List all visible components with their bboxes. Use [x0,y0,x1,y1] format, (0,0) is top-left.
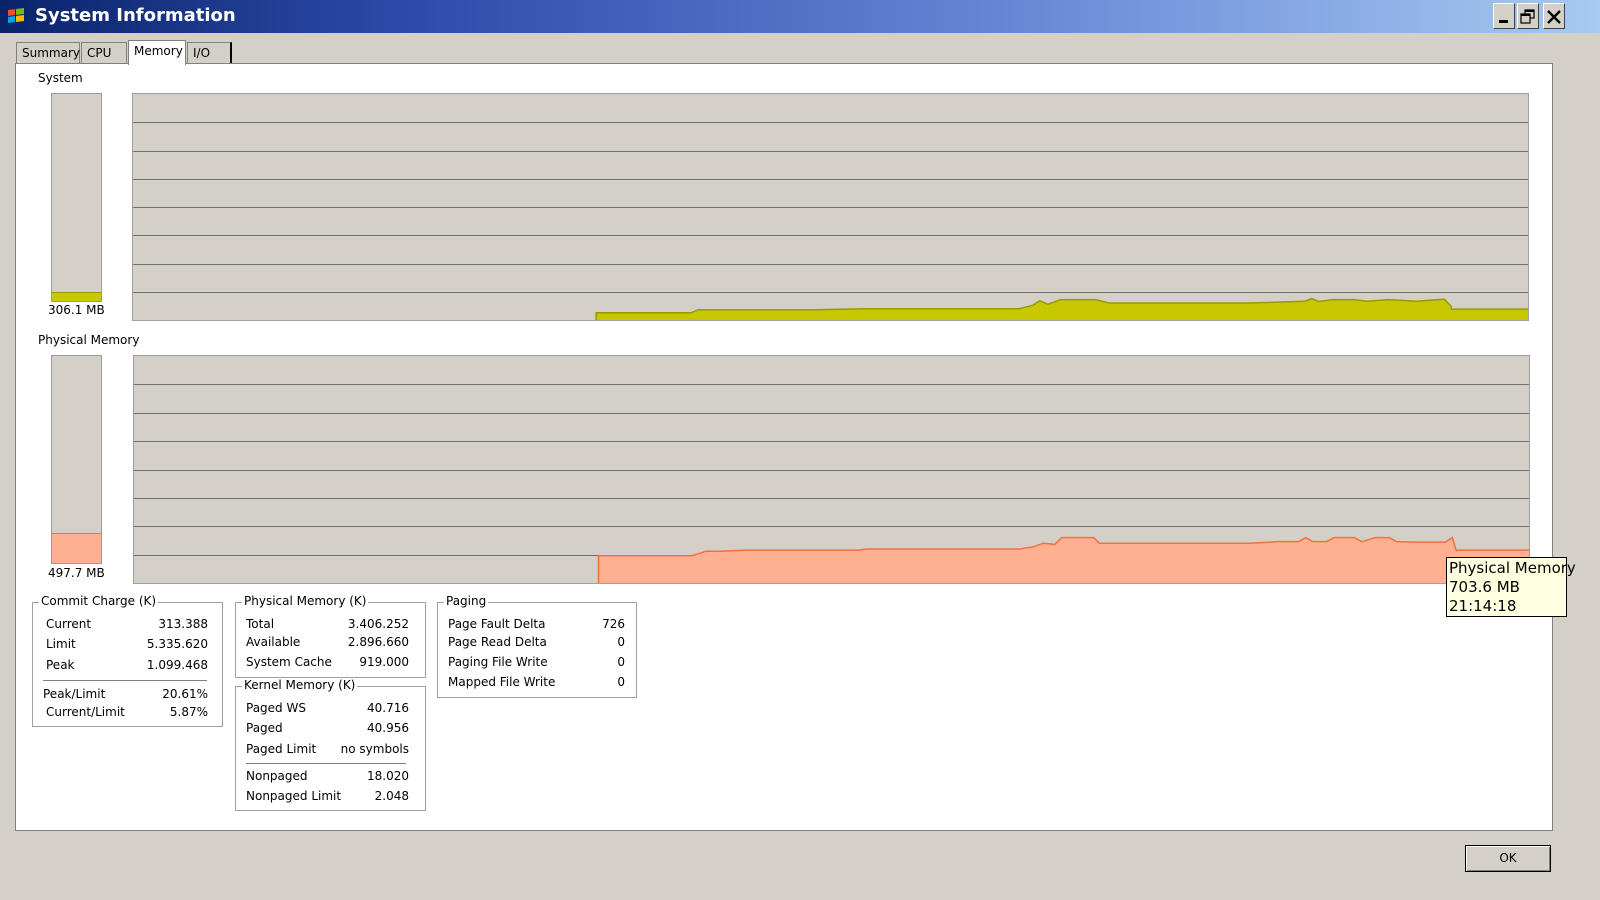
paging-row-page-fault-delta: Page Fault Delta 726 [448,617,625,631]
commit-divider [43,680,207,681]
system-history-plot [133,122,1528,320]
restore-button[interactable] [1517,3,1539,29]
system-gauge-fill [52,291,101,301]
physical-memory-k-title: Physical Memory (K) [242,594,369,608]
close-icon [1547,10,1561,24]
tooltip-value: 703.6 MB [1449,578,1520,596]
usage-area [598,537,1529,583]
tooltip-title: Physical Memory [1449,559,1576,577]
ok-button[interactable]: OK [1465,845,1551,872]
commit-row-peak: Peak 1.099.468 [46,658,208,672]
paging-row-mapped-file-write: Mapped File Write 0 [448,675,625,689]
graph-tooltip: Physical Memory 703.6 MB 21:14:18 [1446,557,1576,617]
minimize-button[interactable] [1493,3,1515,29]
kernel-divider [246,763,406,764]
physical-memory-label: Physical Memory [38,333,140,347]
tooltip-time: 21:14:18 [1449,597,1517,615]
kernel-row-nonpaged-limit: Nonpaged Limit 2.048 [246,789,409,803]
physmem-row-total: Total 3.406.252 [246,617,409,631]
physical-memory-value: 497.7 MB [48,566,105,580]
system-history-graph [132,93,1529,321]
commit-charge-title: Commit Charge (K) [39,594,159,608]
physmem-row-available: Available 2.896.660 [246,635,409,649]
kernel-row-paged: Paged 40.956 [246,721,409,735]
kernel-row-paged-ws: Paged WS 40.716 [246,701,409,715]
commit-row-current-limit: Current/Limit 5.87% [46,705,208,719]
window-title: System Information [35,5,236,26]
windows-flag-icon [8,8,24,23]
title-bar: System Information [0,0,1600,33]
physical-memory-k-group: Physical Memory (K) Total 3.406.252 Avai… [235,594,426,678]
tab-summary[interactable]: Summary [16,42,80,63]
tab-memory[interactable]: Memory [128,40,186,65]
paging-row-paging-file-write: Paging File Write 0 [448,655,625,669]
restore-icon [1520,9,1535,24]
commit-row-peak-limit: Peak/Limit 20.61% [43,687,208,701]
close-button[interactable] [1543,3,1565,29]
kernel-row-nonpaged: Nonpaged 18.020 [246,769,409,783]
commit-row-current: Current 313.388 [46,617,208,631]
memory-panel: System 306.1 MB Physical Memory 497.7 MB… [15,63,1553,831]
paging-group: Paging Page Fault Delta 726 Page Read De… [437,594,637,698]
physical-memory-gauge [51,355,102,564]
system-gauge [51,93,102,302]
tab-io[interactable]: I/O [187,42,232,63]
commit-charge-group: Commit Charge (K) Current 313.388 Limit … [32,594,223,727]
physical-memory-history-plot [134,384,1529,583]
system-value: 306.1 MB [48,303,105,317]
physical-memory-history-graph [133,355,1530,584]
minimize-icon [1499,20,1508,23]
commit-row-limit: Limit 5.335.620 [46,637,208,651]
kernel-row-paged-limit: Paged Limit no symbols [246,742,409,756]
physical-memory-gauge-fill [52,533,101,563]
paging-row-page-read-delta: Page Read Delta 0 [448,635,625,649]
physmem-row-system-cache: System Cache 919.000 [246,655,409,669]
paging-title: Paging [444,594,489,608]
kernel-memory-group: Kernel Memory (K) Paged WS 40.716 Paged … [235,678,426,811]
tab-cpu[interactable]: CPU [81,42,127,63]
kernel-memory-title: Kernel Memory (K) [242,678,358,692]
system-label: System [38,71,83,85]
